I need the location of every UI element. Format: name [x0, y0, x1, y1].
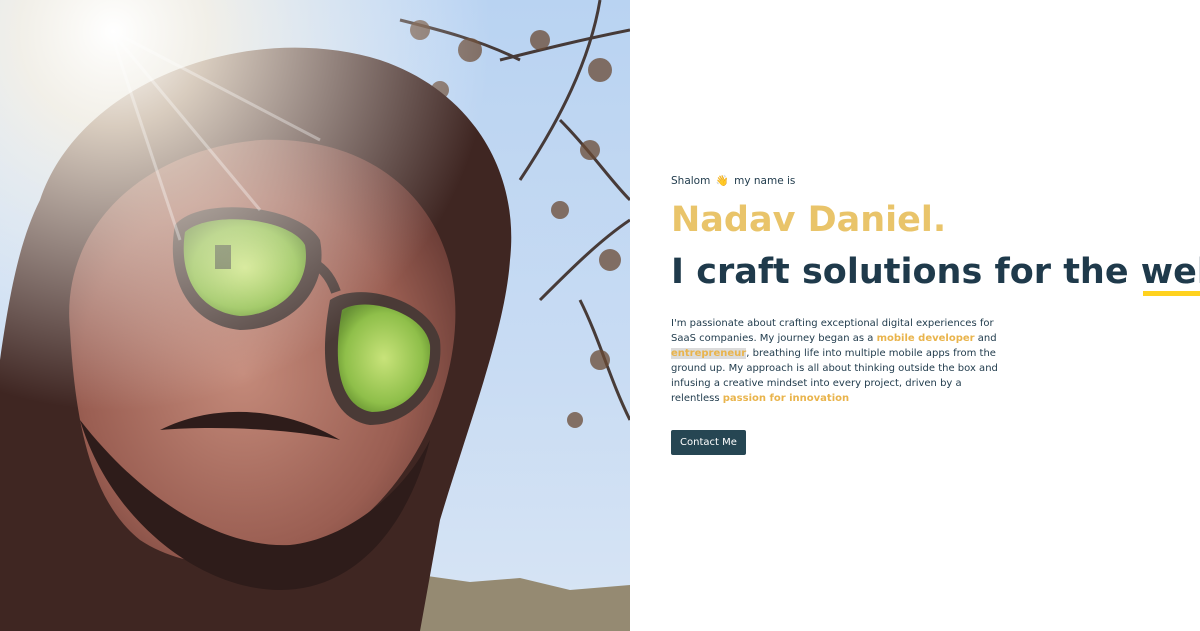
greeting: Shalom 👋 my name is	[671, 174, 1191, 188]
bio-accent-entrepreneur: entrepreneur	[671, 348, 747, 359]
hero-content: Shalom 👋 my name is Nadav Daniel. I craf…	[671, 174, 1200, 455]
wave-hand-icon: 👋	[715, 175, 729, 187]
bio-accent-passion: passion for innovation	[722, 393, 850, 404]
greeting-suffix: my name is	[734, 175, 796, 187]
tagline-start: I craft solutions for the	[671, 252, 1129, 292]
tagline-highlight: web	[1141, 248, 1200, 296]
bio-accent-mobile-developer: mobile developer	[876, 333, 975, 344]
profile-photo	[0, 0, 630, 631]
bio-text-2: and	[974, 333, 997, 344]
page: Shalom 👋 my name is Nadav Daniel. I craf…	[0, 0, 1200, 631]
hero-section: Shalom 👋 my name is Nadav Daniel. I craf…	[630, 0, 1200, 631]
hero-bio: I'm passionate about crafting exceptiona…	[671, 316, 1001, 406]
hero-name: Nadav Daniel.	[671, 200, 947, 240]
greeting-prefix: Shalom	[671, 175, 711, 187]
hero-tagline: I craft solutions for the web.	[671, 248, 1200, 296]
profile-photo-illustration	[0, 0, 630, 631]
contact-me-button[interactable]: Contact Me	[671, 430, 746, 455]
